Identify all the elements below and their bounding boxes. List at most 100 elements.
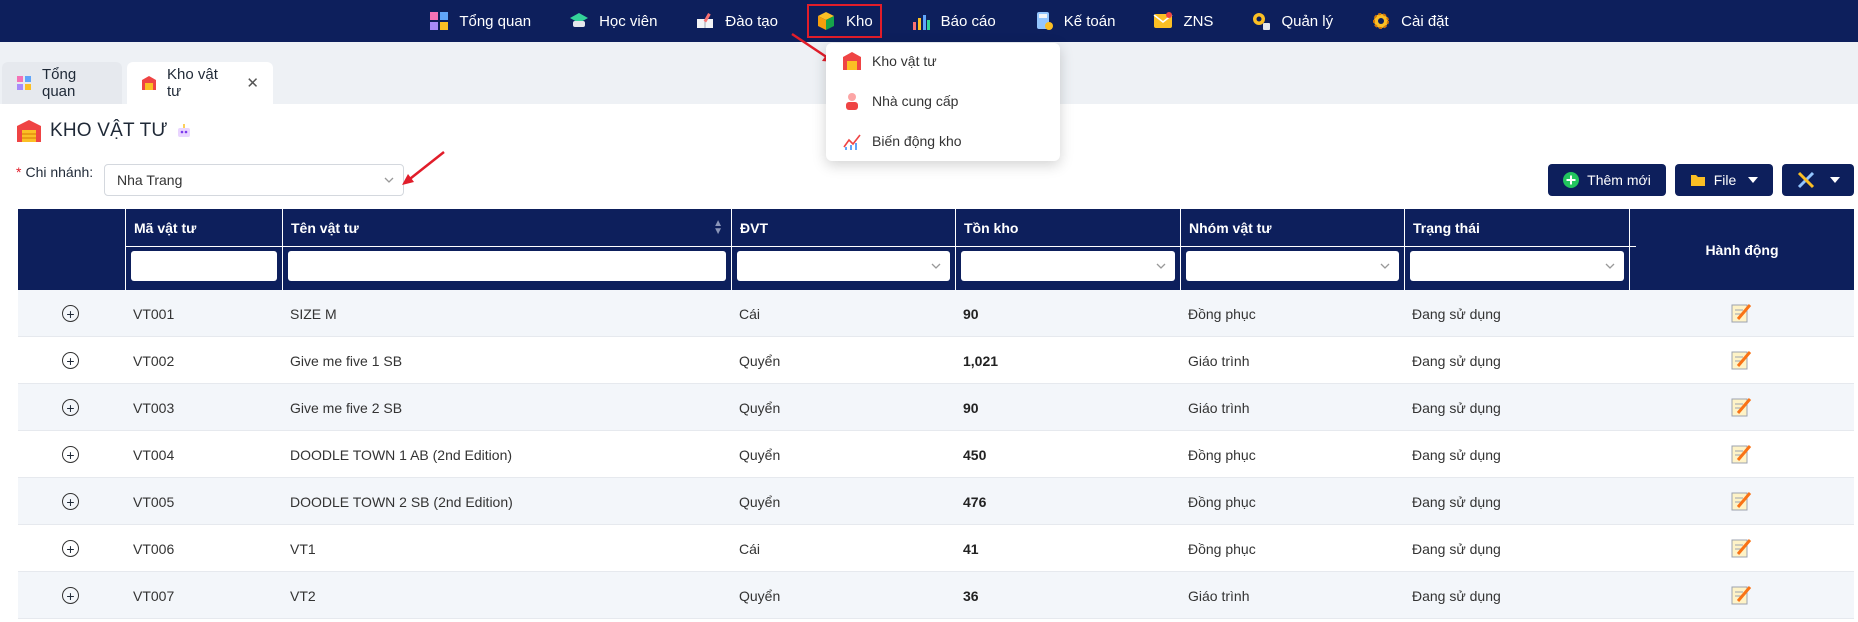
nav-label: Kế toán <box>1063 12 1116 30</box>
bar-chart-icon <box>911 11 931 31</box>
cell-unit: Cái <box>739 305 761 322</box>
column-header-status: Trạng thái <box>1404 209 1629 290</box>
materials-table: Mã vật tư Tên vật tư ▲ ▼ ĐVT Tồn kho Nhóm… <box>18 209 1854 619</box>
cell-name: VT1 <box>290 540 316 557</box>
cell-group: Đồng phục <box>1188 446 1256 463</box>
edit-icon[interactable] <box>1730 302 1752 324</box>
filter-code-input[interactable] <box>131 251 277 281</box>
nav-label: Quản lý <box>1281 12 1334 30</box>
filter-stock-select[interactable] <box>961 251 1175 281</box>
graduation-cap-icon <box>569 11 589 31</box>
supplier-icon <box>842 91 862 111</box>
edit-icon[interactable] <box>1730 396 1752 418</box>
column-header-action: Hành động <box>1629 209 1854 290</box>
menu-item-kho-vat-tu[interactable]: Kho vật tư <box>842 49 937 73</box>
edit-icon[interactable] <box>1730 537 1752 559</box>
cell-status: Đang sử dụng <box>1412 540 1501 557</box>
warehouse-icon <box>141 75 157 91</box>
table-row: + VT004 DOODLE TOWN 1 AB (2nd Edition) Q… <box>18 431 1854 478</box>
edit-icon[interactable] <box>1730 490 1752 512</box>
calculator-icon <box>1034 11 1054 31</box>
expand-row-icon[interactable]: + <box>62 587 79 604</box>
nav-item-ke-toan[interactable]: Kế toán <box>1015 4 1135 38</box>
column-header-stock: Tồn kho <box>955 209 1180 290</box>
expand-row-icon[interactable]: + <box>62 305 79 322</box>
filter-group-select[interactable] <box>1186 251 1399 281</box>
cell-unit: Quyển <box>739 587 781 604</box>
menu-item-bien-dong-kho[interactable]: Biến động kho <box>842 129 962 153</box>
add-new-button[interactable]: Thêm mới <box>1548 164 1666 196</box>
expand-row-icon[interactable]: + <box>62 540 79 557</box>
cell-status: Đang sử dụng <box>1412 587 1501 604</box>
nav-label: Tổng quan <box>459 12 532 30</box>
branch-label-text: Chi nhánh: <box>25 164 94 180</box>
sort-icon[interactable]: ▲ ▼ <box>713 219 723 237</box>
cell-unit: Cái <box>739 540 761 557</box>
tools-menu-button[interactable] <box>1782 164 1854 196</box>
annotation-arrow-icon <box>402 151 445 185</box>
chevron-down-icon <box>1379 259 1391 275</box>
chevron-down-icon <box>1155 259 1167 275</box>
table-body: + VT001 SIZE M Cái 90 Đồng phục Đang sử … <box>18 290 1854 619</box>
warehouse-icon <box>842 51 862 71</box>
branch-select[interactable]: Nha Trang <box>104 164 404 196</box>
branch-value: Nha Trang <box>117 172 183 188</box>
filter-status-select[interactable] <box>1410 251 1624 281</box>
nav-item-quan-ly[interactable]: Quản lý <box>1232 4 1352 38</box>
expand-row-icon[interactable]: + <box>62 352 79 369</box>
nav-label: Báo cáo <box>940 12 996 30</box>
nav-item-bao-cao[interactable]: Báo cáo <box>892 4 1015 38</box>
tab-kho-vat-tu[interactable]: Kho vật tư ✕ <box>127 62 273 104</box>
close-icon[interactable]: ✕ <box>246 74 259 92</box>
menu-item-nha-cung-cap[interactable]: Nhà cung cấp <box>842 89 958 113</box>
cell-code: VT001 <box>133 305 175 322</box>
cell-unit: Quyển <box>739 352 781 369</box>
gear-icon <box>1371 11 1391 31</box>
nav-item-tong-quan[interactable]: Tổng quan <box>410 4 550 38</box>
tab-label: Tổng quan <box>42 66 77 100</box>
cell-name: Give me five 1 SB <box>290 352 403 369</box>
edit-icon[interactable] <box>1730 584 1752 606</box>
cell-code: VT002 <box>133 352 175 369</box>
edit-icon[interactable] <box>1730 443 1752 465</box>
cell-status: Đang sử dụng <box>1412 399 1501 416</box>
cell-code: VT003 <box>133 399 175 416</box>
page-title: KHO VẬT TƯ <box>16 118 192 144</box>
nav-item-dao-tao[interactable]: Đào tạo <box>676 4 797 38</box>
cell-status: Đang sử dụng <box>1412 446 1501 463</box>
column-header-name: Tên vật tư ▲ ▼ <box>282 209 731 290</box>
cell-stock: 476 <box>963 493 987 510</box>
chevron-down-icon <box>1604 259 1616 275</box>
filter-unit-select[interactable] <box>737 251 950 281</box>
tab-tong-quan[interactable]: Tổng quan <box>2 62 122 104</box>
cell-unit: Quyển <box>739 493 781 510</box>
file-menu-button[interactable]: File <box>1675 164 1773 196</box>
expand-row-icon[interactable]: + <box>62 493 79 510</box>
dashboard-icon <box>429 11 449 31</box>
table-row: + VT002 Give me five 1 SB Quyển 1,021 Gi… <box>18 337 1854 384</box>
nav-item-hoc-vien[interactable]: Học viên <box>550 4 676 38</box>
cell-code: VT007 <box>133 587 175 604</box>
add-new-label: Thêm mới <box>1587 172 1651 188</box>
cell-stock: 1,021 <box>963 352 999 369</box>
folder-icon <box>1690 172 1706 188</box>
cell-unit: Quyển <box>739 399 781 416</box>
expand-row-icon[interactable]: + <box>62 446 79 463</box>
nav-item-zns[interactable]: ZNS <box>1134 4 1232 38</box>
caret-down-icon <box>1748 177 1759 183</box>
expand-row-icon[interactable]: + <box>62 399 79 416</box>
kho-dropdown-menu: Kho vật tư Nhà cung cấp Biến động kho <box>826 43 1060 161</box>
nav-item-cai-dat[interactable]: Cài đặt <box>1352 4 1468 38</box>
cell-name: DOODLE TOWN 1 AB (2nd Edition) <box>290 446 513 463</box>
cell-group: Đồng phục <box>1188 540 1256 557</box>
edit-icon[interactable] <box>1730 349 1752 371</box>
filter-name-input[interactable] <box>288 251 726 281</box>
box-icon <box>816 11 836 31</box>
cell-stock: 90 <box>963 305 979 322</box>
cell-name: VT2 <box>290 587 316 604</box>
cell-group: Giáo trình <box>1188 587 1250 604</box>
tools-icon <box>1796 170 1816 190</box>
cell-code: VT004 <box>133 446 175 463</box>
tab-label: Kho vật tư <box>167 66 218 100</box>
menu-item-label: Kho vật tư <box>872 53 937 69</box>
